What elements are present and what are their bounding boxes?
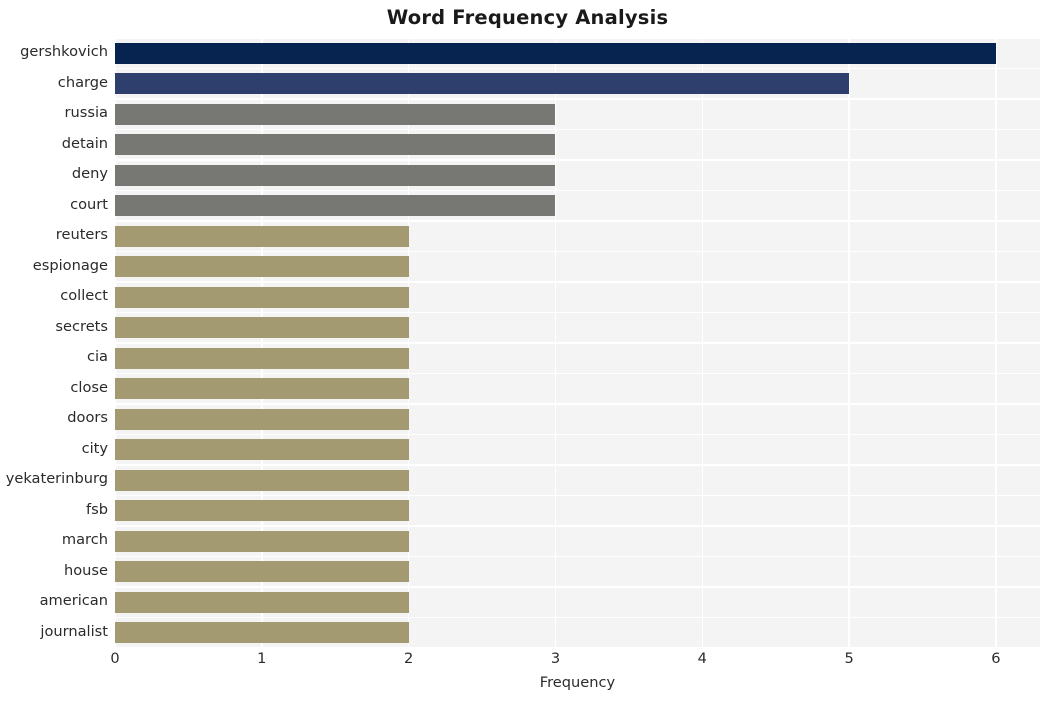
bar: [115, 622, 409, 644]
x-axis-label: Frequency: [539, 674, 616, 691]
bar: [115, 500, 409, 522]
bar-row: [115, 500, 1040, 522]
bar: [115, 378, 409, 400]
y-axis-tick-label: espionage: [32, 256, 108, 274]
y-axis-tick-label: house: [63, 561, 108, 579]
bar: [115, 164, 556, 186]
bar: [115, 286, 409, 308]
x-axis-tick-label: 3: [550, 650, 561, 667]
horizontal-gridline: [115, 159, 1040, 161]
bar-row: [115, 256, 1040, 278]
bar-row: [115, 103, 1040, 125]
x-axis-tick-label: 0: [110, 650, 120, 667]
x-axis-tick-label: 4: [697, 650, 707, 667]
y-axis-tick-label: russia: [64, 104, 108, 122]
horizontal-gridline: [115, 220, 1040, 222]
bar: [115, 561, 409, 583]
bar-row: [115, 378, 1040, 400]
horizontal-gridline: [115, 403, 1040, 405]
horizontal-gridline: [115, 647, 1040, 648]
bar-row: [115, 591, 1040, 613]
horizontal-gridline: [115, 555, 1040, 558]
bar-row: [115, 73, 1040, 95]
chart-title: Word Frequency Analysis: [386, 6, 669, 29]
y-axis-tick-label: cia: [86, 348, 108, 366]
horizontal-gridline: [115, 250, 1040, 253]
bar-row: [115, 622, 1040, 644]
bar: [115, 134, 556, 156]
y-axis-tick-label: collect: [60, 287, 108, 305]
y-axis-tick-label: detain: [61, 134, 108, 152]
horizontal-gridline: [115, 586, 1040, 588]
bar: [115, 469, 409, 491]
bar-row: [115, 530, 1040, 552]
y-axis-tick-labels: gershkovich charge russia detain deny court re…: [0, 38, 108, 648]
horizontal-gridline: [115, 98, 1040, 100]
x-axis-tick-label: 1: [257, 650, 267, 667]
y-axis-tick-label: gershkovich: [20, 43, 108, 61]
bar: [115, 73, 850, 95]
y-axis-tick-label: american: [39, 592, 108, 610]
bar-row: [115, 317, 1040, 339]
x-axis-tick-label: 5: [844, 650, 854, 667]
bar-row: [115, 408, 1040, 430]
horizontal-gridline: [115, 616, 1040, 619]
horizontal-gridline: [115, 281, 1040, 283]
y-axis-tick-label: doors: [67, 409, 108, 427]
y-axis-tick-label: charge: [57, 73, 108, 91]
bar-row: [115, 195, 1040, 217]
y-axis-tick-label: court: [70, 195, 108, 213]
y-axis-tick-label: city: [81, 439, 108, 457]
bar-row: [115, 469, 1040, 491]
bar-row: [115, 42, 1040, 64]
bar: [115, 317, 409, 339]
horizontal-gridline: [115, 38, 1040, 39]
plot-area: [115, 38, 1040, 648]
y-axis-tick-label: yekaterinburg: [5, 470, 108, 488]
bar-row: [115, 561, 1040, 583]
horizontal-gridline: [115, 342, 1040, 344]
bar-row: [115, 347, 1040, 369]
chart-figure: Word Frequency Analysis gershkovich charg…: [0, 0, 1055, 701]
horizontal-gridline: [115, 67, 1040, 70]
bar: [115, 530, 409, 552]
bar-row: [115, 134, 1040, 156]
horizontal-gridline: [115, 494, 1040, 497]
bar: [115, 347, 409, 369]
horizontal-gridline: [115, 189, 1040, 192]
x-axis-tick-label: 6: [991, 650, 1001, 667]
horizontal-gridline: [115, 128, 1040, 131]
bar-row: [115, 164, 1040, 186]
bar: [115, 42, 996, 64]
horizontal-gridline: [115, 311, 1040, 314]
horizontal-gridline: [115, 464, 1040, 466]
bar: [115, 103, 556, 125]
x-axis-tick-label: 2: [403, 650, 414, 667]
bar: [115, 439, 409, 461]
horizontal-gridline: [115, 433, 1040, 436]
bar: [115, 256, 409, 278]
bar-row: [115, 225, 1040, 247]
horizontal-gridline: [115, 525, 1040, 527]
y-axis-tick-label: journalist: [40, 622, 108, 640]
bar: [115, 225, 409, 247]
y-axis-tick-label: close: [70, 378, 108, 396]
y-axis-tick-label: secrets: [55, 317, 108, 335]
horizontal-gridline: [115, 372, 1040, 375]
y-axis-tick-label: deny: [71, 165, 108, 183]
y-axis-tick-label: reuters: [55, 226, 108, 244]
bar: [115, 591, 409, 613]
bar-row: [115, 439, 1040, 461]
bar: [115, 195, 556, 217]
y-axis-tick-label: march: [61, 531, 108, 549]
bar-row: [115, 286, 1040, 308]
y-axis-tick-label: fsb: [85, 500, 108, 518]
bar: [115, 408, 409, 430]
